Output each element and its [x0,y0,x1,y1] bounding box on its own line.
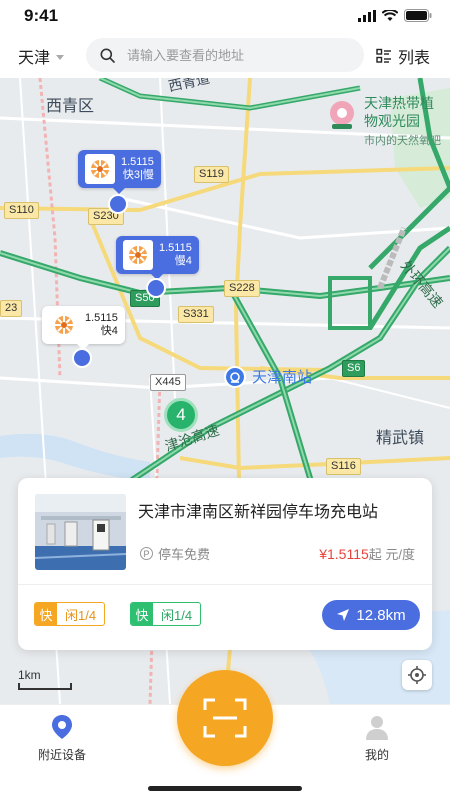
park-label: 天津热带植 物观光园 市内的天然氧吧 [364,94,441,150]
parking-info: P 停车免费 [140,544,210,563]
city-label: 天津 [18,50,51,67]
home-indicator [148,786,302,791]
price-suffix: 起 元/度 [368,547,415,562]
wifi-icon [382,9,398,21]
search-input[interactable] [127,47,347,63]
charging-dot-1[interactable] [108,194,128,214]
place-label-south-station[interactable]: 天津南站 [252,366,312,387]
price-currency: ¥ [319,546,327,562]
marker-detail: 慢4 [174,255,192,267]
navigate-button[interactable]: 12.8km [322,600,420,630]
scale-label: 1km [18,668,41,682]
distance-label: 12.8km [356,606,406,624]
marker-price: 1.5115 [159,242,192,254]
charging-marker-2[interactable]: 1.5115 慢4 [116,236,199,280]
locate-button[interactable] [402,660,432,690]
charging-dot-2[interactable] [146,278,166,298]
nav-nearby-label: 附近设备 [38,748,87,762]
road-label-s116: S116 [326,458,361,475]
status-bar: 9:41 [0,0,450,34]
fast-charger-tag: 快 闲1/4 [34,602,106,626]
tag-kind: 快 [35,603,57,625]
location-pin-icon [52,715,72,739]
road-label-s119: S119 [194,166,229,183]
charging-logo-icon [49,310,79,340]
map-scale: 1km [18,668,72,690]
nav-nearby[interactable]: 附近设备 [38,713,86,763]
road-label-s331: S331 [178,306,214,323]
train-icon [230,372,240,383]
charging-marker-1[interactable]: 1.5115 快3|慢 [78,150,161,194]
cluster-badge[interactable]: 4 [164,398,198,432]
park-subtitle: 市内的天然氧吧 [364,135,441,147]
price-info: ¥1.5115起 元/度 [319,544,415,563]
parking-label: 停车免费 [158,547,211,562]
park-name-line2: 物观光园 [364,113,420,129]
list-label: 列表 [398,50,431,67]
marker-price: 1.5115 [121,156,154,168]
place-label-jingwu: 精武镇 [376,430,425,447]
search-bar[interactable] [86,38,364,72]
park-poi-icon [330,101,354,129]
station-title: 天津市津南区新祥园停车场充电站 [138,504,379,521]
battery-icon [404,9,432,22]
status-time: 9:41 [24,6,59,25]
tag-status: 闲1/4 [65,607,97,623]
fast-charger-tag: 快 闲1/4 [130,602,202,626]
nav-mine[interactable]: 我的 [364,713,390,763]
road-label-s110: S110 [4,202,39,219]
place-label-xiqing: 西青区 [46,98,95,115]
charging-logo-icon [85,154,115,184]
parking-icon: P [140,547,153,560]
tag-kind: 快 [131,603,153,625]
road-label-s228: S228 [224,280,260,297]
signal-icon [358,9,376,22]
status-icons [358,9,432,22]
scan-icon [203,698,247,738]
station-card[interactable]: 天津市津南区新祥园停车场充电站 P 停车免费 ¥1.5115起 元/度 快 闲1… [18,478,432,650]
marker-detail: 快3|慢 [122,169,154,181]
charging-marker-3[interactable]: 1.5115 快4 [42,306,125,350]
location-pin-icon[interactable] [224,366,246,388]
list-button[interactable]: 列表 [376,44,430,68]
nav-mine-label: 我的 [364,748,389,762]
card-divider [18,584,432,585]
scan-button[interactable] [177,670,273,766]
city-selector[interactable]: 天津 [18,44,65,68]
top-bar: 天津 列表 [0,34,450,78]
charging-logo-icon [123,240,153,270]
charging-dot-3[interactable] [72,348,92,368]
tag-status: 闲1/4 [161,607,193,623]
scale-bar [18,683,72,690]
road-label-23: 23 [0,300,23,317]
marker-detail: 快4 [100,325,118,337]
road-label-x445: X445 [150,374,186,391]
locate-icon [408,666,426,684]
user-icon [366,716,388,740]
road-label-s6: S6 [342,360,366,377]
park-name-line1: 天津热带植 [364,95,434,111]
price-value: 1.5115 [326,546,369,562]
navigate-arrow-icon [337,609,350,621]
marker-price: 1.5115 [85,312,118,324]
station-photo [35,494,126,570]
chevron-down-icon [56,54,65,60]
list-icon [376,48,391,63]
search-icon [100,48,115,63]
